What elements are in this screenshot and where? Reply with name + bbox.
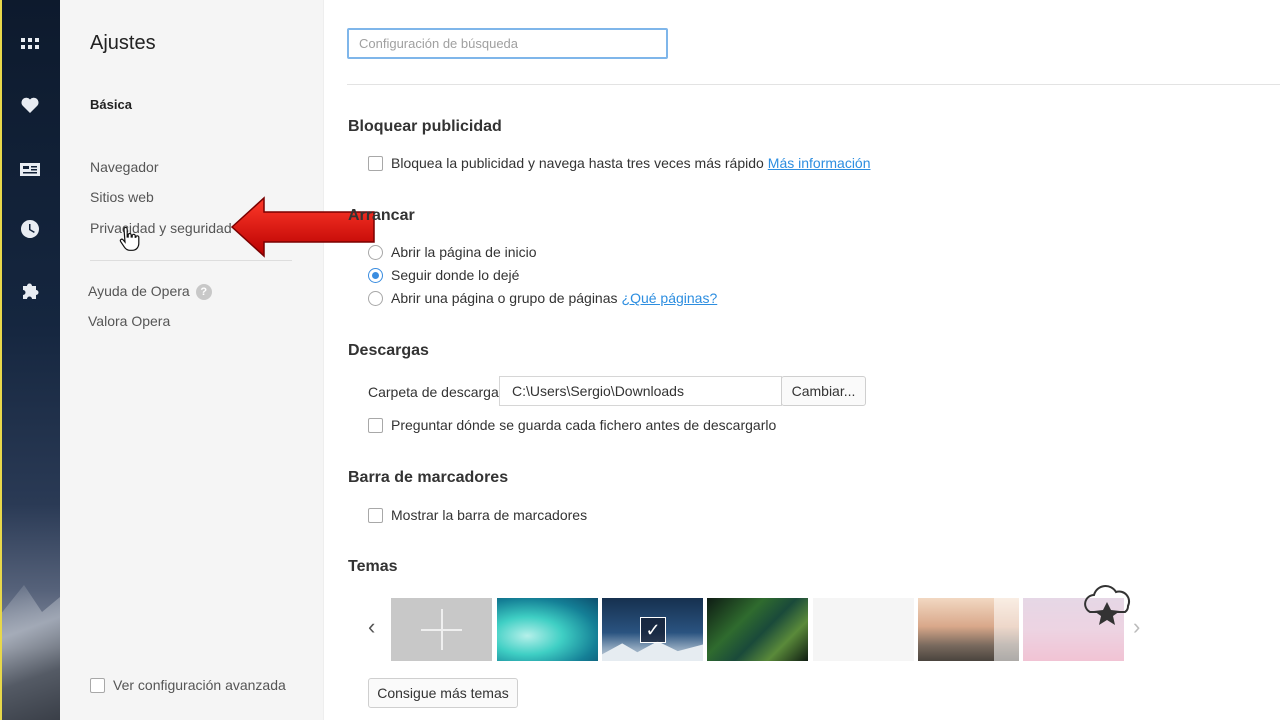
startup-label-pages: Abrir una página o grupo de páginas <box>391 290 618 306</box>
speed-dial-icon[interactable] <box>18 32 42 56</box>
startup-radio-continue[interactable] <box>368 267 383 283</box>
nav-item-help[interactable]: Ayuda de Opera? <box>88 283 212 300</box>
hand-cursor-icon <box>119 227 140 251</box>
nav-section-basic[interactable]: Básica <box>90 97 132 112</box>
settings-nav: Ajustes Básica Navegador Sitios web Priv… <box>60 0 324 720</box>
advanced-checkbox[interactable] <box>90 677 105 693</box>
help-question-icon: ? <box>195 284 212 300</box>
theme-thumb-blank[interactable] <box>813 598 914 661</box>
themes-prev-chevron-icon[interactable]: ‹ <box>368 614 375 640</box>
ask-download-label: Preguntar dónde se guarda cada fichero a… <box>391 417 777 433</box>
nav-item-navegador[interactable]: Navegador <box>90 159 159 175</box>
adblock-heading: Bloquear publicidad <box>348 118 502 135</box>
history-clock-icon[interactable] <box>18 217 42 241</box>
nav-item-sitios-web[interactable]: Sitios web <box>90 189 154 205</box>
theme-thumb-mountains-selected[interactable]: ✓ <box>602 598 703 661</box>
get-more-themes-button[interactable]: Consigue más temas <box>368 678 518 708</box>
startup-option-continue[interactable]: Seguir donde lo dejé <box>368 267 519 283</box>
change-folder-button[interactable]: Cambiar... <box>781 376 866 406</box>
red-arrow-annotation <box>230 196 375 258</box>
adblock-checkbox[interactable] <box>368 155 383 171</box>
nav-item-privacidad[interactable]: Privacidad y seguridad <box>90 220 232 236</box>
startup-option-home[interactable]: Abrir la página de inicio <box>368 244 537 260</box>
selected-check-icon: ✓ <box>640 617 666 643</box>
startup-label-home: Abrir la página de inicio <box>391 244 537 260</box>
show-bookmarks-row[interactable]: Mostrar la barra de marcadores <box>368 507 587 523</box>
startup-radio-home[interactable] <box>368 244 383 260</box>
theme-thumb-leaf[interactable] <box>707 598 808 661</box>
adblock-more-info-link[interactable]: Más información <box>768 155 871 171</box>
bookmarks-heading: Barra de marcadores <box>348 469 509 486</box>
watermark-cloud-logo-icon <box>1084 585 1131 625</box>
startup-option-pages[interactable]: Abrir una página o grupo de páginas ¿Qué… <box>368 290 717 306</box>
startup-heading: Arrancar <box>348 207 415 224</box>
heart-icon[interactable] <box>18 93 42 117</box>
theme-add-button[interactable] <box>391 598 492 661</box>
adblock-row[interactable]: Bloquea la publicidad y navega hasta tre… <box>368 155 871 171</box>
themes-next-chevron-icon[interactable]: › <box>1133 614 1140 640</box>
header-divider <box>347 84 1280 85</box>
startup-label-continue: Seguir donde lo dejé <box>391 267 520 283</box>
window-edge <box>0 0 2 720</box>
advanced-label: Ver configuración avanzada <box>113 677 286 693</box>
download-folder-field: C:\Users\Sergio\Downloads <box>499 376 782 406</box>
ask-download-row[interactable]: Preguntar dónde se guarda cada fichero a… <box>368 417 776 433</box>
search-settings-input[interactable] <box>347 28 668 59</box>
advanced-settings-toggle[interactable]: Ver configuración avanzada <box>90 677 286 693</box>
rail-wallpaper <box>0 585 60 720</box>
download-folder-label: Carpeta de descarga: <box>368 384 503 400</box>
news-icon[interactable] <box>18 157 42 181</box>
themes-heading: Temas <box>348 558 398 575</box>
which-pages-link[interactable]: ¿Qué páginas? <box>622 290 718 306</box>
extensions-puzzle-icon[interactable] <box>18 279 42 303</box>
sidebar-rail <box>0 0 60 720</box>
nav-item-rate[interactable]: Valora Opera <box>88 313 170 329</box>
show-bookmarks-label: Mostrar la barra de marcadores <box>391 507 588 523</box>
show-bookmarks-checkbox[interactable] <box>368 507 383 523</box>
adblock-label: Bloquea la publicidad y navega hasta tre… <box>391 155 764 171</box>
downloads-heading: Descargas <box>348 342 429 359</box>
startup-radio-pages[interactable] <box>368 290 383 306</box>
theme-thumb-aqua[interactable] <box>497 598 598 661</box>
nav-divider <box>90 260 292 261</box>
help-label: Ayuda de Opera <box>88 283 190 299</box>
page-title: Ajustes <box>90 32 156 54</box>
ask-download-checkbox[interactable] <box>368 417 383 433</box>
